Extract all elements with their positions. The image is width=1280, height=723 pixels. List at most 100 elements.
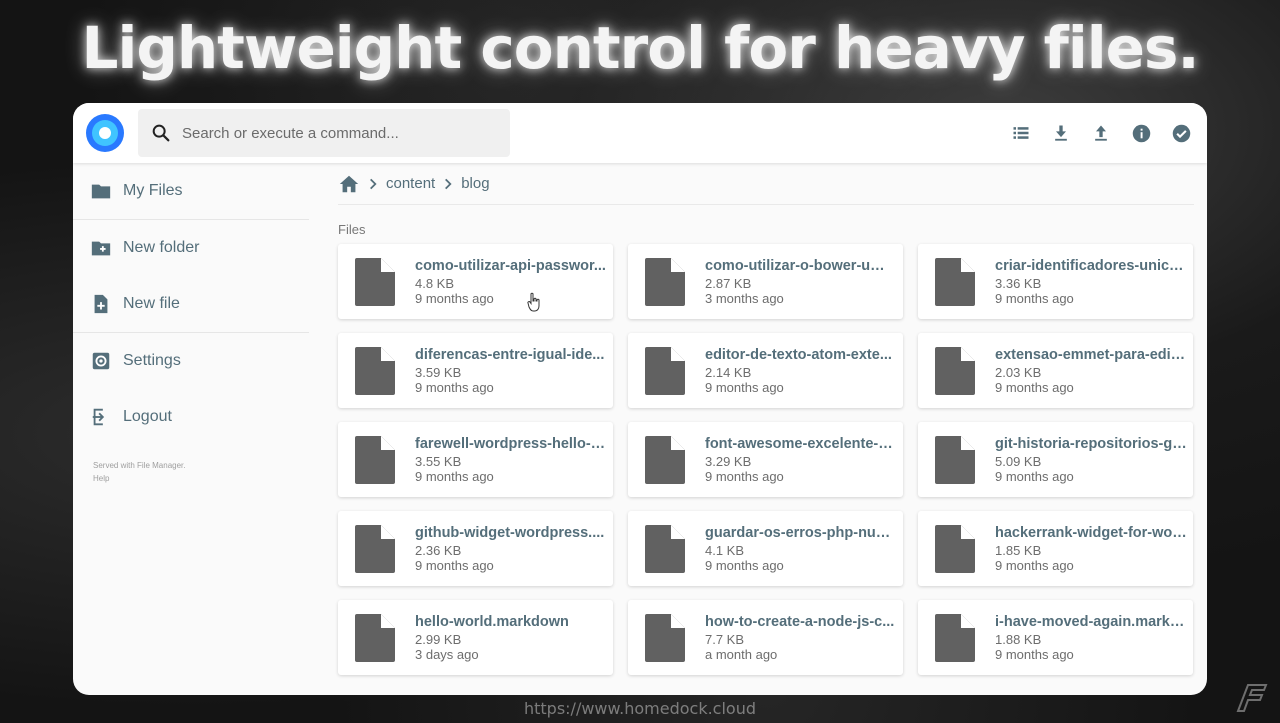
file-card[interactable]: extensao-emmet-para-edit... 2.03 KB 9 mont… [918, 333, 1193, 408]
info-button[interactable] [1129, 121, 1153, 145]
chevron-right-icon [441, 177, 455, 191]
file-icon [355, 524, 395, 573]
file-card[interactable]: criar-identificadores-unico... 3.36 KB 9 m… [918, 244, 1193, 319]
search-icon [152, 124, 170, 142]
file-icon [935, 435, 975, 484]
top-bar [73, 103, 1207, 163]
file-card[interactable]: como-utilizar-api-passwor... 4.8 KB 9 mont… [338, 244, 613, 319]
hand-cursor-icon [527, 292, 540, 312]
file-size: 2.36 KB [415, 542, 462, 558]
file-modified: 9 months ago [995, 379, 1074, 395]
file-card[interactable]: hello-world.markdown 2.99 KB 3 days ago [338, 600, 613, 675]
file-icon [935, 257, 975, 306]
file-card[interactable]: hackerrank-widget-for-wor... 1.85 KB 9 mon… [918, 511, 1193, 586]
settings-icon [89, 349, 113, 373]
app-logo[interactable] [86, 114, 124, 152]
sidebar-item-label: New folder [123, 239, 200, 256]
sidebar-item-new-file[interactable]: New file [73, 276, 309, 332]
file-icon [355, 613, 395, 662]
file-meta: git-historia-repositorios-gi... 5.09 KB 9 … [995, 436, 1187, 484]
file-meta: editor-de-texto-atom-exte... 2.14 KB 9 mon… [705, 347, 897, 395]
file-manager-window: My Files New folder New file Settings [73, 103, 1207, 695]
file-icon [645, 435, 685, 484]
file-size: 3.59 KB [415, 364, 462, 380]
file-meta: github-widget-wordpress.... 2.36 KB 9 mont… [415, 525, 607, 573]
search-bar[interactable] [138, 109, 510, 157]
file-modified: 9 months ago [415, 468, 494, 484]
sidebar: My Files New folder New file Settings Lo… [73, 163, 309, 485]
file-modified: 9 months ago [415, 379, 494, 395]
file-name: como-utilizar-api-passwor... [415, 257, 606, 274]
file-meta: how-to-create-a-node-js-c... 7.7 KB a mont… [705, 614, 897, 662]
file-modified: 3 months ago [705, 290, 784, 306]
sidebar-item-new-folder[interactable]: New folder [73, 220, 309, 276]
list-view-button[interactable] [1009, 121, 1033, 145]
chevron-right-icon [366, 177, 380, 191]
file-card[interactable]: diferencas-entre-igual-ide... 3.59 KB 9 mo… [338, 333, 613, 408]
file-name: guardar-os-erros-php-num... [705, 524, 897, 541]
file-icon [645, 346, 685, 395]
file-meta: guardar-os-erros-php-num... 4.1 KB 9 month… [705, 525, 897, 573]
file-name: font-awesome-excelente-p... [705, 435, 897, 452]
breadcrumb-item-content[interactable]: content [386, 175, 435, 192]
file-size: 3.55 KB [415, 453, 462, 469]
headline: Lightweight control for heavy files. [81, 14, 1199, 82]
file-card[interactable]: git-historia-repositorios-gi... 5.09 KB 9 … [918, 422, 1193, 497]
file-name: how-to-create-a-node-js-c... [705, 613, 895, 630]
home-icon[interactable] [338, 173, 360, 195]
file-modified: 9 months ago [415, 290, 494, 306]
file-name: github-widget-wordpress.... [415, 524, 605, 541]
sidebar-item-logout[interactable]: Logout [73, 389, 309, 445]
file-size: 2.14 KB [705, 364, 752, 380]
download-button[interactable] [1049, 121, 1073, 145]
file-name: hackerrank-widget-for-wor... [995, 524, 1187, 541]
file-icon [355, 346, 395, 395]
sidebar-item-my-files[interactable]: My Files [73, 163, 309, 219]
file-card[interactable]: farewell-wordpress-hello-h... 3.55 KB 9 mo… [338, 422, 613, 497]
file-card[interactable]: how-to-create-a-node-js-c... 7.7 KB a mont… [628, 600, 903, 675]
file-card[interactable]: i-have-moved-again.markd... 1.88 KB 9 mont… [918, 600, 1193, 675]
file-icon [645, 524, 685, 573]
credits-text[interactable]: Served with File Manager. [93, 459, 309, 472]
download-icon [1055, 125, 1067, 141]
help-link[interactable]: Help [93, 472, 309, 485]
file-modified: 9 months ago [995, 468, 1074, 484]
file-card[interactable]: como-utilizar-o-bower-um-... 2.87 KB 3 mon… [628, 244, 903, 319]
file-name: criar-identificadores-unico... [995, 257, 1187, 274]
file-modified: 9 months ago [995, 646, 1074, 662]
breadcrumb-item-blog[interactable]: blog [461, 175, 489, 192]
file-size: 4.1 KB [705, 542, 745, 558]
file-meta: extensao-emmet-para-edit... 2.03 KB 9 mont… [995, 347, 1187, 395]
file-size: 4.8 KB [415, 275, 455, 291]
file-name: i-have-moved-again.markd... [995, 613, 1187, 630]
file-name: hello-world.markdown [415, 613, 569, 630]
file-modified: 9 months ago [705, 379, 784, 395]
file-size: 2.99 KB [415, 631, 462, 647]
file-icon [935, 346, 975, 395]
file-card[interactable]: github-widget-wordpress.... 2.36 KB 9 mont… [338, 511, 613, 586]
file-size: 1.88 KB [995, 631, 1042, 647]
file-icon [355, 257, 395, 306]
file-meta: i-have-moved-again.markd... 1.88 KB 9 mont… [995, 614, 1187, 662]
file-card[interactable]: editor-de-texto-atom-exte... 2.14 KB 9 mon… [628, 333, 903, 408]
select-button[interactable] [1169, 121, 1193, 145]
file-size: 2.03 KB [995, 364, 1042, 380]
file-name: editor-de-texto-atom-exte... [705, 346, 892, 363]
search-input[interactable] [182, 124, 482, 142]
upload-icon [1095, 125, 1107, 141]
file-modified: 9 months ago [995, 290, 1074, 306]
list-view-icon [1013, 127, 1029, 139]
file-grid: como-utilizar-api-passwor... 4.8 KB 9 mont… [338, 244, 1194, 675]
sidebar-item-settings[interactable]: Settings [73, 333, 309, 389]
file-card[interactable]: font-awesome-excelente-p... 3.29 KB 9 mont… [628, 422, 903, 497]
folder-icon [89, 179, 113, 203]
check-circle-icon [1172, 124, 1190, 142]
sidebar-item-label: My Files [123, 182, 183, 199]
file-size: 1.85 KB [995, 542, 1042, 558]
file-name: como-utilizar-o-bower-um-... [705, 257, 897, 274]
file-name: git-historia-repositorios-gi... [995, 435, 1187, 452]
file-card[interactable]: guardar-os-erros-php-num... 4.1 KB 9 month… [628, 511, 903, 586]
file-modified: 9 months ago [705, 468, 784, 484]
main-content: content blog Files como-utilizar-api-pas… [338, 163, 1194, 695]
upload-button[interactable] [1089, 121, 1113, 145]
